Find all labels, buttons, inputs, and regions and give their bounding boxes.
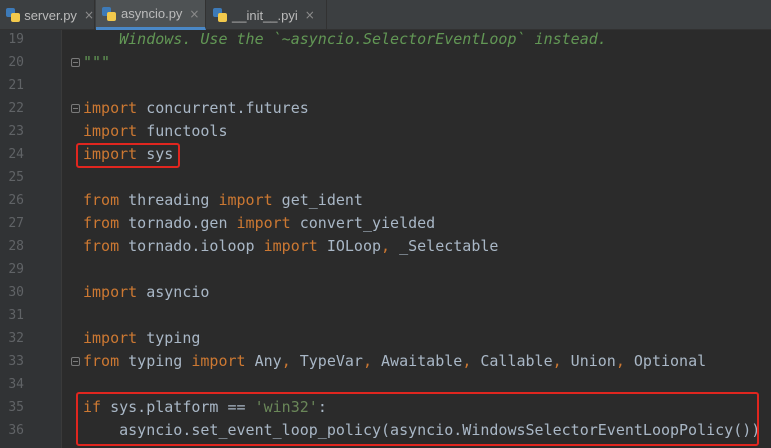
keyword-token: import — [83, 122, 138, 140]
code-token: asyncio — [137, 283, 210, 301]
keyword-token: from — [83, 352, 120, 370]
keyword-token: from — [83, 237, 120, 255]
keyword-token: import — [83, 329, 138, 347]
code-token: TypeVar — [290, 352, 363, 370]
keyword-token: , — [552, 352, 562, 370]
python-file-icon — [102, 6, 116, 21]
keyword-token: , — [381, 237, 391, 255]
code-token: typing — [119, 352, 192, 370]
close-icon[interactable]: × — [189, 7, 199, 21]
line-number: 29 — [8, 262, 24, 277]
keyword-token: , — [362, 352, 372, 370]
code-token: typing — [137, 329, 201, 347]
close-icon[interactable]: × — [305, 8, 315, 22]
fold-marker-icon[interactable] — [71, 357, 80, 366]
code-line: import typing — [83, 327, 200, 350]
code-token: tornado.ioloop — [119, 237, 264, 255]
line-number: 19 — [8, 32, 24, 47]
code-line: """ — [83, 51, 110, 74]
tab-asyncio-py[interactable]: asyncio.py × — [96, 0, 206, 30]
line-number: 28 — [8, 239, 24, 254]
python-file-icon — [6, 8, 20, 22]
line-number: 33 — [8, 354, 24, 369]
keyword-token: from — [83, 214, 120, 232]
line-number-gutter: 19 20 21 22 23 24 25 26 27 28 29 30 31 32 33 34 35 36 — [0, 30, 62, 448]
line-number: 25 — [8, 170, 24, 185]
highlight-box-import-sys — [76, 143, 180, 168]
keyword-token: import — [191, 352, 246, 370]
line-number: 30 — [8, 285, 24, 300]
code-token: threading — [119, 191, 219, 209]
line-number: 31 — [8, 308, 24, 323]
keyword-token: from — [83, 191, 120, 209]
tab-init-pyi[interactable]: __init__.pyi × — [207, 0, 327, 30]
code-line: from tornado.ioloop import IOLoop, _Sele… — [83, 235, 498, 258]
keyword-token: , — [281, 352, 291, 370]
line-number: 27 — [8, 216, 24, 231]
keyword-token: , — [462, 352, 472, 370]
code-line: Windows. Use the `~asyncio.SelectorEvent… — [83, 28, 607, 51]
tab-label: __init__.pyi — [232, 7, 298, 23]
code-token: concurrent.futures — [137, 99, 309, 117]
docstring-token: Windows. Use the `~asyncio.SelectorEvent… — [83, 30, 607, 48]
code-line: import asyncio — [83, 281, 209, 304]
line-number: 36 — [8, 423, 24, 438]
close-icon[interactable]: × — [84, 8, 94, 22]
code-line: from tornado.gen import convert_yielded — [83, 212, 435, 235]
line-number: 26 — [8, 193, 24, 208]
code-token: convert_yielded — [290, 214, 436, 232]
code-token: functools — [137, 122, 228, 140]
line-number: 32 — [8, 331, 24, 346]
code-token: _Selectable — [390, 237, 499, 255]
tab-server-py[interactable]: server.py × — [0, 0, 95, 30]
keyword-token: import — [83, 283, 138, 301]
keyword-token: , — [615, 352, 625, 370]
code-token: Optional — [624, 352, 707, 370]
keyword-token: import — [263, 237, 318, 255]
line-number: 22 — [8, 101, 24, 116]
line-number: 35 — [8, 400, 24, 415]
code-line: from threading import get_ident — [83, 189, 363, 212]
line-number: 21 — [8, 78, 24, 93]
line-number: 24 — [8, 147, 24, 162]
code-token: IOLoop — [317, 237, 382, 255]
keyword-token: import — [236, 214, 291, 232]
code-token: Awaitable — [372, 352, 463, 370]
tab-label: server.py — [24, 7, 77, 23]
line-number: 20 — [8, 55, 24, 70]
code-line: import functools — [83, 120, 228, 143]
line-number: 34 — [8, 377, 24, 392]
fold-marker-icon[interactable] — [71, 58, 80, 67]
editor-tab-bar: server.py × asyncio.py × __init__.pyi × — [0, 0, 771, 30]
code-token: get_ident — [272, 191, 363, 209]
keyword-token: import — [83, 99, 138, 117]
code-line: import concurrent.futures — [83, 97, 309, 120]
code-token: Any — [245, 352, 282, 370]
code-token: tornado.gen — [119, 214, 237, 232]
code-token: Union — [561, 352, 616, 370]
python-file-icon — [213, 8, 227, 22]
docstring-token: """ — [83, 53, 111, 71]
code-line: from typing import Any, TypeVar, Awaitab… — [83, 350, 706, 373]
line-number: 23 — [8, 124, 24, 139]
code-token: Callable — [471, 352, 553, 370]
keyword-token: import — [218, 191, 273, 209]
fold-marker-icon[interactable] — [71, 104, 80, 113]
tab-label: asyncio.py — [121, 6, 183, 21]
highlight-box-win32-policy — [76, 392, 759, 446]
